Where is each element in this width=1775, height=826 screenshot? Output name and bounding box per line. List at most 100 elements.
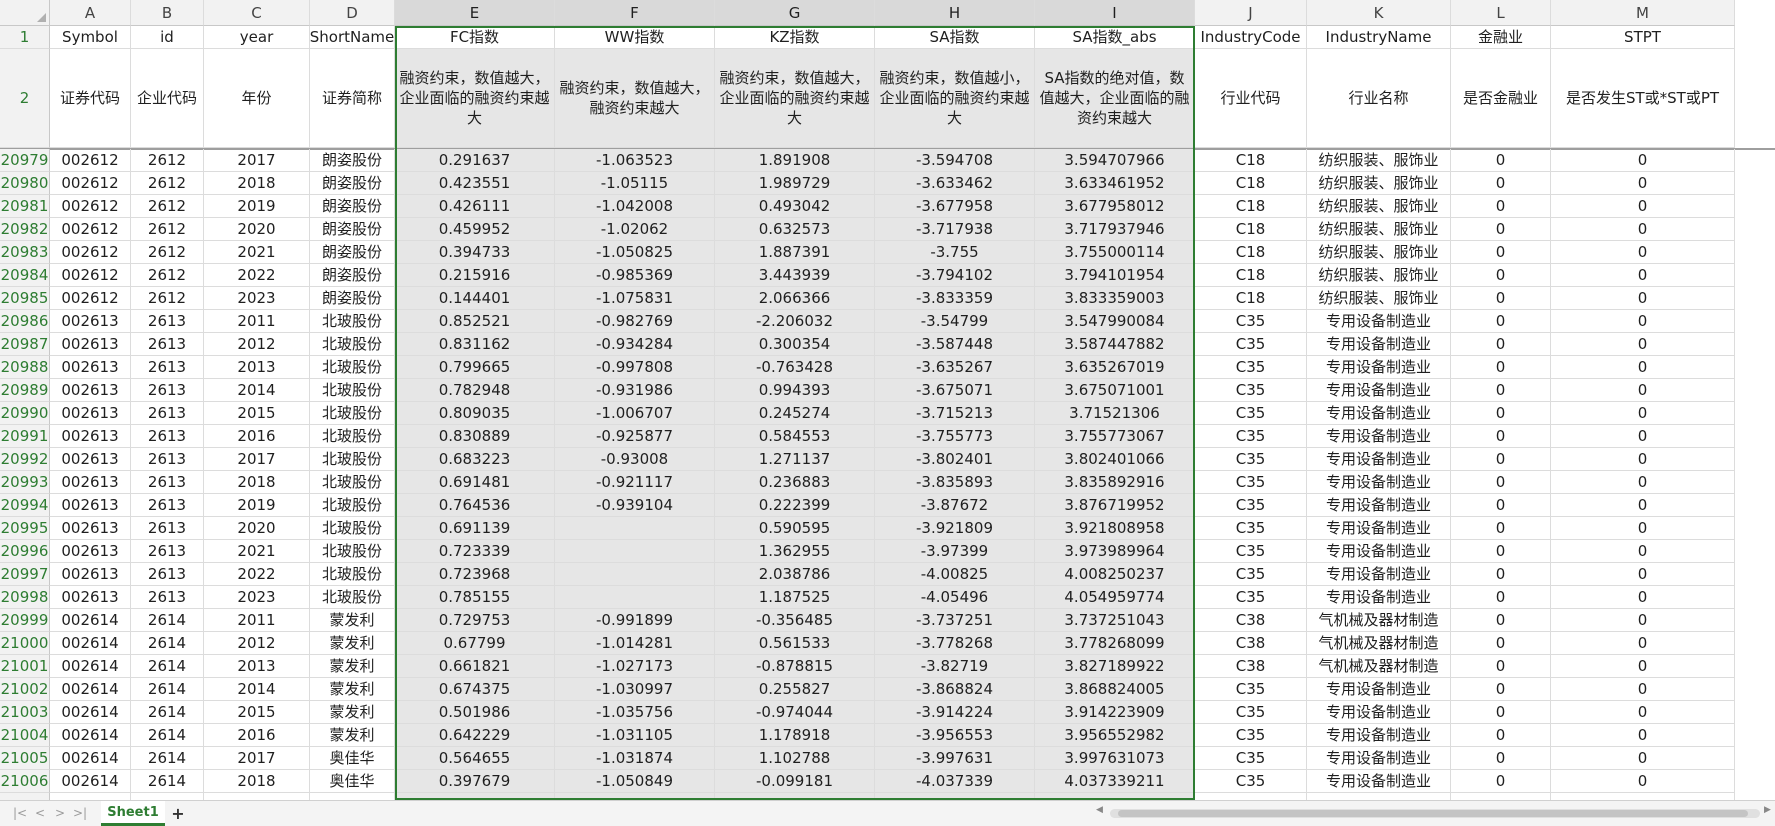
data-cell[interactable]: 0.729753 (395, 609, 555, 632)
data-cell[interactable]: 2017 (204, 149, 310, 172)
data-cell[interactable]: -3.802401 (875, 448, 1035, 471)
data-cell[interactable]: -0.921117 (555, 471, 715, 494)
data-cell[interactable]: 2614 (131, 678, 204, 701)
data-cell[interactable]: 专用设备制造业 (1307, 678, 1451, 701)
data-cell[interactable]: 北玻股份 (310, 517, 395, 540)
data-cell[interactable]: 蒙发利 (310, 701, 395, 724)
field-description-cell[interactable]: 证券代码 (50, 49, 131, 148)
data-cell[interactable]: C35 (1195, 540, 1307, 563)
data-cell[interactable]: C35 (1195, 586, 1307, 609)
data-cell[interactable]: 2613 (131, 333, 204, 356)
data-cell[interactable]: -4.00825 (875, 563, 1035, 586)
data-cell[interactable]: -3.755 (875, 241, 1035, 264)
field-description-cell[interactable]: 企业代码 (131, 49, 204, 148)
data-cell[interactable]: -3.835893 (875, 471, 1035, 494)
data-cell[interactable]: 2614 (131, 632, 204, 655)
data-cell[interactable]: -1.042008 (555, 195, 715, 218)
data-cell[interactable]: 0 (1551, 540, 1735, 563)
data-cell[interactable]: 2612 (131, 149, 204, 172)
data-cell[interactable] (555, 586, 715, 609)
data-cell[interactable]: 0.291637 (395, 149, 555, 172)
data-cell[interactable]: 0 (1551, 149, 1735, 172)
data-cell[interactable]: 北玻股份 (310, 540, 395, 563)
row-header[interactable]: 20983 (0, 241, 50, 264)
data-cell[interactable]: 2016 (204, 425, 310, 448)
data-cell[interactable]: -0.997808 (555, 356, 715, 379)
data-cell[interactable]: 0 (1551, 632, 1735, 655)
data-cell[interactable]: 002612 (50, 218, 131, 241)
data-cell[interactable]: 0.830889 (395, 425, 555, 448)
data-cell[interactable]: -1.050849 (555, 770, 715, 793)
field-description-cell[interactable]: 行业名称 (1307, 49, 1451, 148)
data-cell[interactable]: -1.02062 (555, 218, 715, 241)
row-header[interactable]: 20997 (0, 563, 50, 586)
field-name-cell[interactable]: SA指数_abs (1035, 26, 1195, 49)
data-cell[interactable]: 朗姿股份 (310, 287, 395, 310)
data-cell[interactable]: -3.997631 (875, 747, 1035, 770)
row-header[interactable]: 20998 (0, 586, 50, 609)
sheet-tab[interactable]: Sheet1 (101, 801, 165, 826)
data-cell[interactable]: 北玻股份 (310, 471, 395, 494)
data-cell[interactable]: 1.891908 (715, 149, 875, 172)
data-cell[interactable]: 1.271137 (715, 448, 875, 471)
data-cell[interactable]: 0.782948 (395, 379, 555, 402)
data-cell[interactable]: -1.014281 (555, 632, 715, 655)
horizontal-scrollbar[interactable] (1110, 809, 1760, 818)
column-header-d[interactable]: D (310, 0, 395, 26)
data-cell[interactable]: -0.878815 (715, 655, 875, 678)
data-cell[interactable]: 002613 (50, 356, 131, 379)
data-cell[interactable]: 纺织服装、服饰业 (1307, 264, 1451, 287)
data-cell[interactable]: 专用设备制造业 (1307, 333, 1451, 356)
data-cell[interactable]: 002612 (50, 241, 131, 264)
data-cell[interactable]: -1.050825 (555, 241, 715, 264)
row-header[interactable]: 21005 (0, 747, 50, 770)
data-cell[interactable]: 002614 (50, 770, 131, 793)
data-cell[interactable]: -1.030997 (555, 678, 715, 701)
data-cell[interactable]: -3.54799 (875, 310, 1035, 333)
data-cell[interactable]: 2613 (131, 310, 204, 333)
field-name-cell[interactable]: KZ指数 (715, 26, 875, 49)
data-cell[interactable]: -1.063523 (555, 149, 715, 172)
data-cell[interactable]: 2613 (131, 494, 204, 517)
data-cell[interactable]: -1.05115 (555, 172, 715, 195)
data-cell[interactable]: 气机械及器材制造 (1307, 609, 1451, 632)
data-cell-partial[interactable] (204, 793, 310, 800)
data-cell[interactable]: 0.691481 (395, 471, 555, 494)
data-cell[interactable]: 0.501986 (395, 701, 555, 724)
data-cell[interactable]: 002612 (50, 172, 131, 195)
data-cell[interactable]: -3.921809 (875, 517, 1035, 540)
data-cell[interactable]: 北玻股份 (310, 563, 395, 586)
data-cell[interactable]: 0 (1451, 310, 1551, 333)
data-cell[interactable]: 4.054959774 (1035, 586, 1195, 609)
data-cell[interactable]: 002613 (50, 563, 131, 586)
data-cell[interactable]: -3.633462 (875, 172, 1035, 195)
data-cell[interactable]: 0 (1451, 195, 1551, 218)
data-cell[interactable]: 3.737251043 (1035, 609, 1195, 632)
field-description-cell[interactable]: 是否发生ST或*ST或PT (1551, 49, 1735, 148)
data-cell[interactable]: -3.794102 (875, 264, 1035, 287)
data-cell[interactable]: 002614 (50, 701, 131, 724)
data-cell[interactable]: 3.594707966 (1035, 149, 1195, 172)
data-cell[interactable]: C18 (1195, 172, 1307, 195)
data-cell[interactable]: 北玻股份 (310, 402, 395, 425)
data-cell[interactable]: 0.683223 (395, 448, 555, 471)
data-cell[interactable]: 0.723968 (395, 563, 555, 586)
data-cell[interactable]: 0 (1551, 724, 1735, 747)
data-cell[interactable]: 专用设备制造业 (1307, 701, 1451, 724)
data-cell[interactable]: 北玻股份 (310, 425, 395, 448)
data-cell-partial[interactable] (1307, 793, 1451, 800)
data-cell[interactable]: -3.833359 (875, 287, 1035, 310)
data-cell[interactable]: -0.939104 (555, 494, 715, 517)
data-cell[interactable]: 3.547990084 (1035, 310, 1195, 333)
data-cell[interactable]: 纺织服装、服饰业 (1307, 287, 1451, 310)
data-cell[interactable]: C35 (1195, 701, 1307, 724)
data-cell[interactable]: C18 (1195, 195, 1307, 218)
data-cell[interactable]: -3.715213 (875, 402, 1035, 425)
field-description-cell[interactable]: SA指数的绝对值，数值越大，企业面临的融资约束越大 (1035, 49, 1195, 148)
field-name-cell[interactable]: IndustryName (1307, 26, 1451, 49)
data-cell[interactable]: 002613 (50, 471, 131, 494)
data-cell[interactable]: -3.635267 (875, 356, 1035, 379)
data-cell[interactable]: -1.031105 (555, 724, 715, 747)
field-description-cell[interactable]: 融资约束，数值越大，企业面临的融资约束越大 (395, 49, 555, 148)
data-cell[interactable]: 1.989729 (715, 172, 875, 195)
